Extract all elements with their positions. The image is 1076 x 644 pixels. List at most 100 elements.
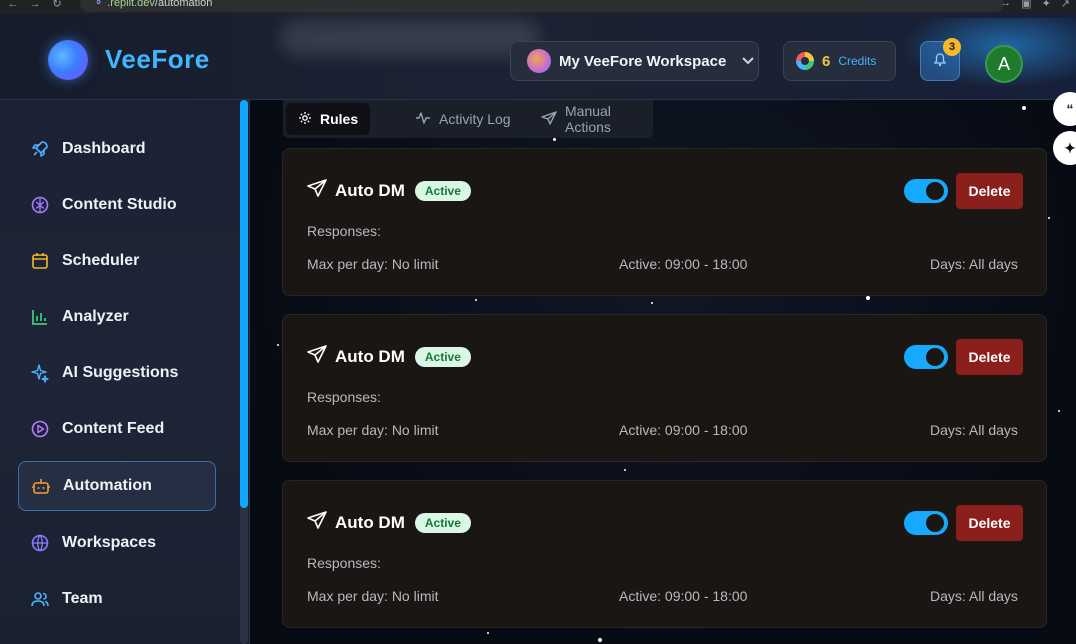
active-days: Days: All days (930, 588, 1018, 604)
sidebar-item-scheduler[interactable]: Scheduler (18, 236, 216, 286)
sidebar-scrollbar[interactable] (240, 100, 248, 508)
users-icon (30, 589, 50, 609)
max-per-day: Max per day: No limit (307, 588, 439, 604)
app-header: VeeFore My VeeFore Workspace 6 Credits 3… (0, 14, 1076, 100)
main-content: Rules Activity Log Manual Actions Auto D… (250, 100, 1076, 644)
sidebar-item-analyzer[interactable]: Analyzer (18, 292, 216, 342)
sidebar-item-label: Content Feed (62, 420, 165, 437)
rule-card: Auto DM Active Delete Responses: Max per… (282, 148, 1047, 296)
monitor-icon[interactable]: ▣ (1021, 0, 1031, 10)
star (866, 296, 870, 300)
sidebar-item-label: AI Suggestions (62, 364, 179, 381)
credits-button[interactable]: 6 Credits (783, 41, 896, 81)
send-icon (307, 345, 327, 368)
sidebar-item-label: Scheduler (62, 252, 140, 269)
rule-title: Auto DM Active (307, 511, 471, 534)
credits-coin-icon (796, 52, 814, 70)
active-hours: Active: 09:00 - 18:00 (619, 422, 748, 438)
star (553, 138, 556, 141)
rule-enabled-toggle[interactable] (904, 179, 948, 203)
send-icon (307, 511, 327, 534)
brain-icon (30, 195, 50, 215)
delete-button[interactable]: Delete (956, 173, 1023, 209)
tab-activity-log[interactable]: Activity Log (403, 103, 523, 135)
send-icon (307, 179, 327, 202)
delete-button[interactable]: Delete (956, 505, 1023, 541)
sidebar-item-content-studio[interactable]: Content Studio (18, 180, 216, 230)
star (487, 632, 489, 634)
sidebar-item-label: Automation (63, 477, 152, 494)
status-badge: Active (414, 346, 471, 367)
star (277, 344, 279, 346)
sidebar-item-label: Team (62, 590, 103, 607)
tab-label: Rules (320, 111, 359, 127)
url-host: .replit.dev (107, 0, 155, 9)
sparkles-icon (30, 363, 50, 383)
sidebar-item-automation[interactable]: Automation (18, 461, 216, 511)
play-circle-icon (30, 419, 50, 439)
credits-count: 6 (822, 52, 831, 70)
status-badge: Active (414, 512, 471, 533)
forward-arrow-icon[interactable]: → (28, 0, 42, 11)
back-arrow-icon[interactable]: ← (6, 0, 20, 11)
bar-chart-icon (30, 307, 50, 327)
workspace-switcher[interactable]: My VeeFore Workspace (510, 41, 759, 81)
max-per-day: Max per day: No limit (307, 256, 439, 272)
sidebar-item-content-feed[interactable]: Content Feed (18, 404, 216, 454)
star (624, 469, 626, 471)
rule-title-text: Auto DM (335, 512, 405, 532)
responses-label: Responses: (307, 555, 381, 571)
wrench-icon[interactable]: ✦ (1042, 0, 1051, 10)
browser-toolbar: ← → ↻ ⚬ .replit.dev/automation → ▣ ✦ ↗ (0, 0, 1076, 14)
star (1048, 217, 1050, 219)
user-avatar[interactable]: A (985, 45, 1023, 83)
rule-enabled-toggle[interactable] (904, 345, 948, 369)
chevron-down-icon (742, 54, 755, 68)
blurred-heading (280, 20, 540, 56)
star (651, 302, 653, 304)
sidebar-item-label: Analyzer (62, 308, 129, 325)
star (598, 638, 602, 642)
max-per-day: Max per day: No limit (307, 422, 439, 438)
workspace-avatar (527, 49, 551, 73)
active-hours: Active: 09:00 - 18:00 (619, 256, 748, 272)
responses-label: Responses: (307, 223, 381, 239)
rule-title: Auto DM Active (307, 179, 471, 202)
sidebar-item-team[interactable]: Team (18, 574, 216, 624)
browser-tools: → ▣ ✦ ↗ (1000, 0, 1070, 10)
sidebar-item-label: Dashboard (62, 140, 146, 157)
credits-label: Credits (838, 54, 877, 68)
star (1058, 410, 1060, 412)
star (1022, 106, 1026, 110)
responses-label: Responses: (307, 389, 381, 405)
tab-label: Manual Actions (565, 103, 611, 135)
url-path: /automation (154, 0, 213, 9)
logo-orb-icon[interactable] (48, 40, 88, 80)
go-arrow-icon[interactable]: → (1000, 0, 1011, 10)
active-days: Days: All days (930, 422, 1018, 438)
delete-button[interactable]: Delete (956, 339, 1023, 375)
active-days: Days: All days (930, 256, 1018, 272)
active-hours: Active: 09:00 - 18:00 (619, 588, 748, 604)
reload-icon[interactable]: ↻ (50, 0, 64, 11)
address-bar[interactable]: ⚬ .replit.dev/automation (80, 0, 1004, 12)
rule-title-text: Auto DM (335, 346, 405, 366)
activity-icon (415, 111, 431, 128)
brand-name[interactable]: VeeFore (105, 44, 210, 75)
tab-rules[interactable]: Rules (286, 103, 371, 135)
notification-count-badge: 3 (943, 38, 961, 56)
sidebar-item-workspaces[interactable]: Workspaces (18, 518, 216, 568)
tab-label: Activity Log (439, 111, 511, 127)
bell-icon (933, 52, 947, 70)
sidebar-item-dashboard[interactable]: Dashboard (18, 124, 216, 174)
sidebar: Dashboard Content Studio Scheduler Analy… (0, 100, 250, 644)
external-link-icon[interactable]: ↗ (1061, 0, 1070, 10)
gear-icon (298, 111, 312, 128)
tab-manual-actions[interactable]: Manual Actions (529, 103, 653, 135)
sidebar-item-ai-suggestions[interactable]: AI Suggestions (18, 348, 216, 398)
rule-card: Auto DM Active Delete Responses: Max per… (282, 314, 1047, 462)
calendar-icon (30, 251, 50, 271)
site-info-icon: ⚬ (94, 0, 104, 9)
rocket-icon (30, 139, 50, 159)
rule-enabled-toggle[interactable] (904, 511, 948, 535)
